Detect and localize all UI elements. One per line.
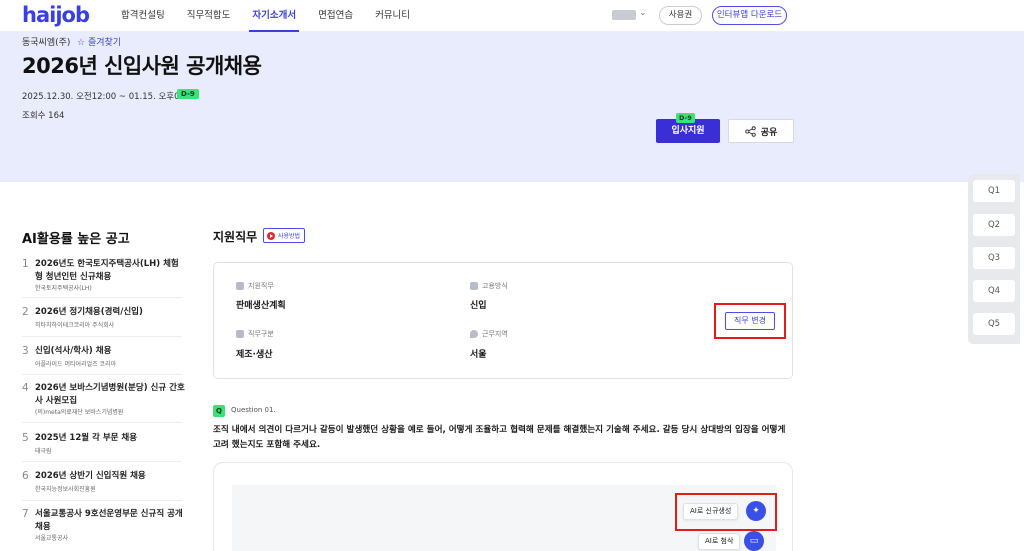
divider [22,297,182,298]
howto-label: 사용방법 [278,233,301,240]
magic-wand-icon[interactable]: ✦ [746,501,766,521]
apply-dday-badge: D-9 [676,113,695,123]
rank-number: 6 [22,470,29,482]
nav-community[interactable]: 커뮤니티 [364,0,421,32]
ai-review-button[interactable]: AI로 첨삭 [698,533,741,550]
share-icon [744,125,756,137]
haijob-logo[interactable]: haijob [22,3,90,27]
star-icon: ☆ [77,38,86,48]
posting-org: 한국토지주택공사(LH) [35,285,92,292]
divider [22,374,182,375]
dday-badge: D-9 [177,89,199,99]
person-icon [236,330,244,338]
posting-org: (의)meta의료재단 보바스기념병원 [35,409,124,416]
posting-link[interactable]: 2025년 12월 각 부문 채용 [35,432,185,445]
rank-number: 7 [22,508,29,520]
field-value-location: 서울 [470,350,487,360]
play-icon [267,231,275,240]
usage-pass-button[interactable]: 사용권 [659,6,702,25]
question-nav-panel: Q1 Q2 Q3 Q4 Q5 [968,174,1020,344]
nav-interview-practice[interactable]: 면접연습 [307,0,364,32]
posting-link[interactable]: 2026년 정기채용(경력/신입) [35,306,185,319]
posting-org: 태극림 [35,448,52,455]
posting-period: 2025.12.30. 오전12:00 ~ 01.15. 오후01:00 [22,92,199,102]
highlight-box: 직무 변경 [714,303,786,339]
howto-button[interactable]: 사용방법 [263,228,306,243]
nav-cover-letter[interactable]: 자기소개서 [241,0,307,32]
field-value-category: 제조·생산 [236,350,273,360]
briefcase-icon [236,282,244,290]
top-navigation-bar: haijob 합격컨설팅 직무적합도 자기소개서 면접연습 커뮤니티 ⌄ 사용권… [0,0,1024,32]
posting-hero: 동국씨엠(주) ☆ 즐겨찾기 2026년 신입사원 공개채용 2025.12.3… [0,32,1024,182]
rank-number: 1 [22,258,29,270]
field-label-location: 근무지역 [470,329,508,339]
field-label-text: 직무구분 [248,330,274,338]
qnav-q5[interactable]: Q5 [973,313,1015,335]
favorite-button[interactable]: ☆ 즐겨찾기 [77,35,121,48]
view-count: 조회수 164 [22,111,65,121]
nav-consulting[interactable]: 합격컨설팅 [110,0,176,32]
change-job-button[interactable]: 직무 변경 [725,312,775,330]
highlight-box: AI로 신규생성 ✦ [675,493,777,531]
qnav-q3[interactable]: Q3 [973,247,1015,269]
posting-org: 히타치하이테크코리아 주식회사 [35,322,115,329]
rank-number: 5 [22,432,29,444]
company-name[interactable]: 동국씨엠(주) [22,35,70,48]
divider [22,336,182,337]
divider [22,461,182,462]
rank-number: 3 [22,345,29,357]
user-name-blurred[interactable] [612,10,636,20]
qnav-q1[interactable]: Q1 [973,180,1015,202]
answer-card: AI로 신규생성 ✦ AI로 첨삭 ▭ [213,462,793,551]
field-value-job: 판매생산계획 [236,301,286,311]
posting-link[interactable]: 서울교통공사 9호선운영부문 신규직 공개채용 [35,508,185,534]
question-badge: Q [213,405,225,417]
calendar-icon [470,282,478,290]
share-label: 공유 [760,127,778,138]
share-button[interactable]: 공유 [728,119,794,143]
job-info-card: 지원직무 판매생산계획 고용방식 신입 직무구분 제조·생산 근무지역 서울 직… [213,262,793,379]
question-text: 조직 내에서 의견이 다르거나 갈등이 발생했던 상황을 예로 들어, 어떻게 … [213,425,786,450]
field-label-text: 근무지역 [482,330,508,338]
download-app-button[interactable]: 인터뷰앱 다운로드 [712,6,787,25]
field-label-category: 직무구분 [236,329,274,339]
posting-link[interactable]: 2026년 상반기 신입직원 채용 [35,470,185,483]
posting-org: 한국지능정보사회진흥원 [35,486,96,493]
rank-number: 4 [22,382,29,394]
field-label-employment: 고용방식 [470,281,508,291]
ai-generate-button[interactable]: AI로 신규생성 [683,503,739,520]
field-value-employment: 신입 [470,301,487,311]
page-title: 2026년 신입사원 공개채용 [22,54,262,78]
edit-icon[interactable]: ▭ [744,531,764,551]
posting-org: 서울교통공사 [35,535,69,542]
field-label-text: 지원직무 [248,282,274,290]
section-title-job: 지원직무 [213,230,258,244]
nav-job-fit[interactable]: 직무적합도 [176,0,242,32]
question-number: Question 01. [231,406,276,414]
sidebar-title: AI활용률 높은 공고 [22,232,130,247]
qnav-q2[interactable]: Q2 [973,214,1015,236]
field-label-job: 지원직무 [236,281,274,291]
posting-link[interactable]: 2026년 보바스기념병원(분당) 신규 간호사 사원모집 [35,382,185,408]
chevron-down-icon[interactable]: ⌄ [639,8,647,18]
qnav-q4[interactable]: Q4 [973,280,1015,302]
field-label-text: 고용방식 [482,282,508,290]
posting-link[interactable]: 2026년도 한국토지주택공사(LH) 체험형 청년인턴 신규채용 [35,258,185,284]
posting-org: 어플라이드 머티어리얼즈 코리아 [35,361,117,368]
favorite-label: 즐겨찾기 [87,38,122,48]
main-nav: 합격컨설팅 직무적합도 자기소개서 면접연습 커뮤니티 [110,0,421,32]
location-pin-icon [470,330,478,338]
divider [22,422,182,423]
divider [22,500,182,501]
posting-link[interactable]: 신입(석사/학사) 채용 [35,345,185,358]
rank-number: 2 [22,306,29,318]
